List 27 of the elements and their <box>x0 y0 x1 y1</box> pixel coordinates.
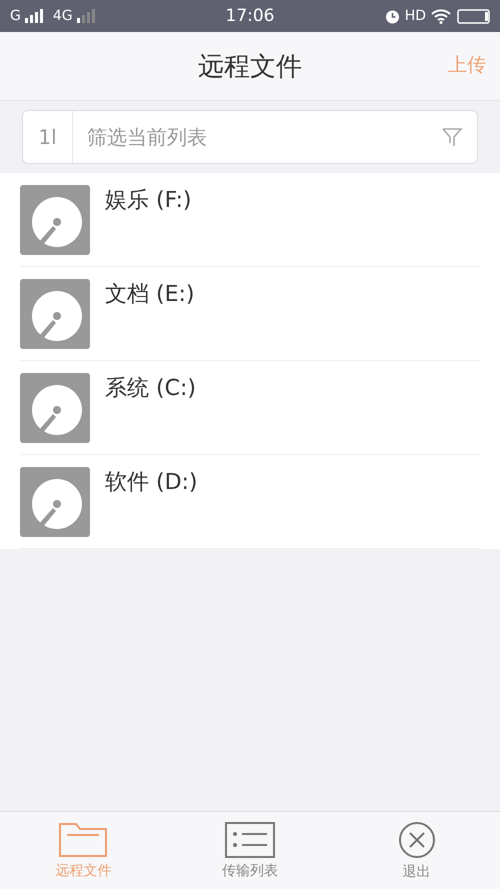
tab[interactable]: 远程文件 <box>0 812 167 889</box>
wifi-icon <box>431 8 451 24</box>
filter-field[interactable]: 1l 筛选当前列表 <box>22 110 478 164</box>
signal-icon <box>76 9 96 23</box>
filter-icon[interactable] <box>441 126 463 148</box>
page-title: 远程文件 <box>198 50 302 84</box>
list-icon <box>225 822 275 858</box>
tab[interactable]: 传输列表 <box>166 812 334 889</box>
network-label: 4G <box>52 8 73 24</box>
close-icon <box>398 820 436 858</box>
upload-button[interactable]: 上传 <box>448 52 486 78</box>
drive-label: 文档 (E:) <box>105 281 194 309</box>
drive-item[interactable]: 娱乐 (F:) <box>20 173 480 267</box>
drive-item[interactable]: 系统 (C:) <box>20 361 480 455</box>
clock-time: 17:06 <box>226 6 274 26</box>
drive-label: 系统 (C:) <box>105 375 196 403</box>
tab[interactable]: 退出 <box>333 812 500 889</box>
drive-item[interactable]: 文档 (E:) <box>20 267 480 361</box>
drive-label: 娱乐 (F:) <box>105 187 192 215</box>
signal-icon <box>24 9 44 23</box>
drive-item[interactable]: 软件 (D:) <box>20 455 480 549</box>
drive-label: 软件 (D:) <box>105 469 198 497</box>
carrier-label: G <box>10 8 21 24</box>
alarm-icon <box>384 8 400 24</box>
folder-icon <box>58 822 108 858</box>
hd-label: HD <box>404 8 426 24</box>
battery-icon <box>456 8 490 24</box>
